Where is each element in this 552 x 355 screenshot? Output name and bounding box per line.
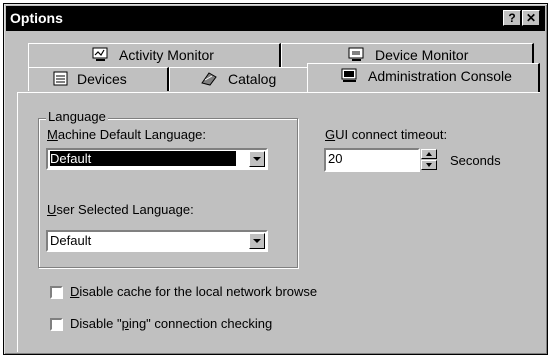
selected-value: Default xyxy=(50,233,92,248)
tab-administration-console[interactable]: Administration Console xyxy=(307,63,540,93)
arrow-down-icon xyxy=(426,163,432,167)
catalog-icon xyxy=(201,72,217,86)
spin-down-button[interactable] xyxy=(421,160,437,170)
disable-cache-label[interactable]: Disable cache for the local network brow… xyxy=(70,284,317,299)
disable-ping-checkbox[interactable] xyxy=(50,318,63,331)
chevron-down-icon[interactable] xyxy=(249,151,265,167)
language-group-label: Language xyxy=(46,109,108,124)
arrow-up-icon xyxy=(426,152,432,156)
spin-up-button[interactable] xyxy=(421,149,437,159)
help-button[interactable]: ? xyxy=(503,10,521,26)
tab-label: Device Monitor xyxy=(375,47,469,63)
tab-devices[interactable]: Devices xyxy=(28,67,169,91)
tab-label: Catalog xyxy=(228,71,277,87)
tab-catalog[interactable]: Catalog xyxy=(169,67,310,91)
timeout-value: 20 xyxy=(328,151,343,166)
selected-value: Default xyxy=(50,151,236,166)
window-title: Options xyxy=(10,10,63,26)
disable-cache-checkbox[interactable] xyxy=(50,286,63,299)
tab-label: Activity Monitor xyxy=(119,47,214,63)
user-selected-language-dropdown[interactable]: Default xyxy=(46,230,268,252)
title-bar: Options ? ✕ xyxy=(6,6,545,31)
activity-monitor-icon xyxy=(92,47,108,61)
user-selected-language-label: User Selected Language: xyxy=(47,202,194,217)
chevron-down-icon[interactable] xyxy=(249,233,265,249)
seconds-unit-label: Seconds xyxy=(450,153,501,168)
tab-label: Administration Console xyxy=(368,68,512,84)
close-button[interactable]: ✕ xyxy=(522,10,540,26)
disable-ping-label[interactable]: Disable "ping" connection checking xyxy=(70,316,272,331)
administration-console-icon xyxy=(341,68,357,82)
tab-activity-monitor[interactable]: Activity Monitor xyxy=(28,43,281,67)
device-monitor-icon xyxy=(348,47,364,61)
devices-icon xyxy=(53,71,68,86)
timeout-input[interactable]: 20 xyxy=(324,148,420,172)
tab-label: Devices xyxy=(77,71,127,87)
machine-default-language-dropdown[interactable]: Default xyxy=(46,148,268,170)
gui-connect-timeout-label: GUI connect timeout: xyxy=(325,127,448,142)
machine-default-language-label: Machine Default Language: xyxy=(47,127,207,142)
